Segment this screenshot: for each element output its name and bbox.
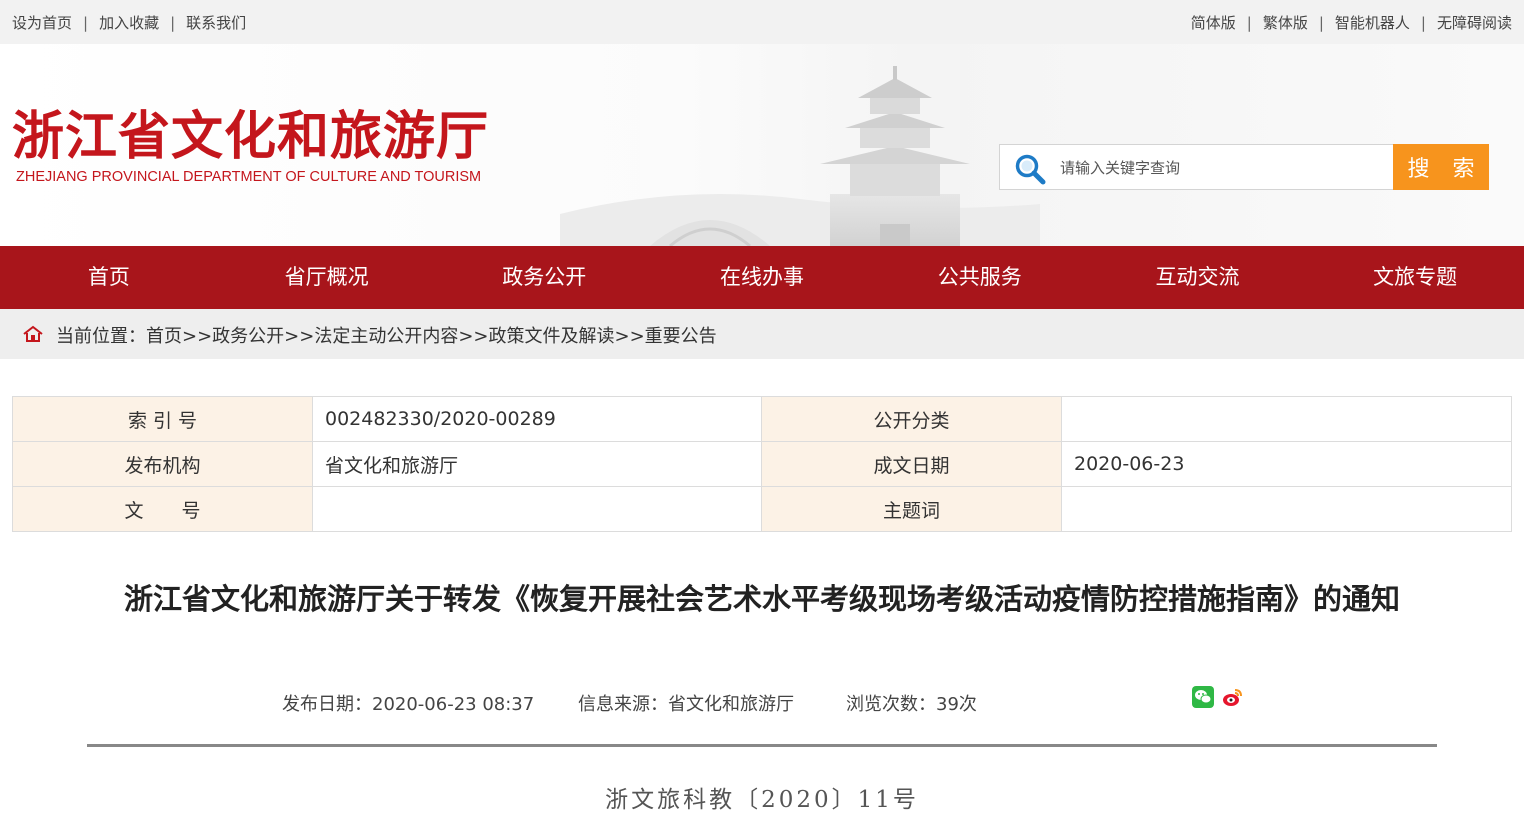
category-label: 公开分类 <box>761 396 1062 442</box>
site-header: 浙江省文化和旅游厅 ZHEJIANG PROVINCIAL DEPARTMENT… <box>0 44 1524 246</box>
add-favorite-link[interactable]: 加入收藏 <box>99 12 159 33</box>
table-row: 发布机构 省文化和旅游厅 成文日期 2020-06-23 <box>12 441 1512 487</box>
nav-item-online-services[interactable]: 在线办事 <box>653 246 871 309</box>
top-bar-right: 简体版 | 繁体版 | 智能机器人 | 无障碍阅读 <box>1191 12 1512 33</box>
title-divider <box>87 744 1437 747</box>
smart-robot-link[interactable]: 智能机器人 <box>1335 12 1410 33</box>
separator: | <box>170 13 176 32</box>
nav-item-culture-tourism-topics[interactable]: 文旅专题 <box>1306 246 1524 309</box>
search-input[interactable] <box>1060 155 1380 181</box>
breadcrumb-text[interactable]: 当前位置：首页>>政务公开>>法定主动公开内容>>政策文件及解读>>重要公告 <box>56 322 717 348</box>
document-number: 浙文旅科教〔2020〕11号 <box>605 787 919 813</box>
pavilion-illustration <box>560 66 1040 246</box>
table-row: 索 引 号 002482330/2020-00289 公开分类 <box>12 396 1512 442</box>
search-button[interactable]: 搜 索 <box>1393 144 1489 190</box>
top-bar: 设为首页 | 加入收藏 | 联系我们 简体版 | 繁体版 | 智能机器人 | 无… <box>0 0 1524 44</box>
nav-item-home[interactable]: 首页 <box>0 246 218 309</box>
index-number-value: 002482330/2020-00289 <box>312 396 762 442</box>
separator: | <box>1318 13 1324 32</box>
keywords-label: 主题词 <box>761 486 1062 532</box>
nav-item-public-services[interactable]: 公共服务 <box>871 246 1089 309</box>
publisher-label: 发布机构 <box>12 441 313 487</box>
view-count: 浏览次数：39次 <box>846 694 977 715</box>
keywords-value <box>1061 486 1512 532</box>
site-logo-english: ZHEJIANG PROVINCIAL DEPARTMENT OF CULTUR… <box>16 169 482 185</box>
document-number-label: 文 号 <box>12 486 313 532</box>
index-number-label: 索 引 号 <box>12 396 313 442</box>
set-homepage-link[interactable]: 设为首页 <box>12 12 72 33</box>
site-logo-chinese[interactable]: 浙江省文化和旅游厅 <box>12 94 489 169</box>
breadcrumb: 当前位置：首页>>政务公开>>法定主动公开内容>>政策文件及解读>>重要公告 <box>0 309 1524 359</box>
article-title: 浙江省文化和旅游厅关于转发《恢复开展社会艺术水平考级现场考级活动疫情防控措施指南… <box>123 582 1400 616</box>
publish-date: 发布日期：2020-06-23 08:37 <box>282 694 535 715</box>
nav-item-government-affairs[interactable]: 政务公开 <box>435 246 653 309</box>
document-metadata-table: 索 引 号 002482330/2020-00289 公开分类 发布机构 省文化… <box>12 396 1512 532</box>
main-nav: 首页 省厅概况 政务公开 在线办事 公共服务 互动交流 文旅专题 <box>0 246 1524 309</box>
document-number-value <box>312 486 762 532</box>
written-date-label: 成文日期 <box>761 441 1062 487</box>
written-date-value: 2020-06-23 <box>1061 441 1512 487</box>
separator: | <box>83 13 89 32</box>
info-source: 信息来源：省文化和旅游厅 <box>578 694 794 715</box>
search-box <box>999 144 1395 190</box>
separator: | <box>1246 13 1252 32</box>
publisher-value: 省文化和旅游厅 <box>312 441 762 487</box>
contact-us-link[interactable]: 联系我们 <box>186 12 246 33</box>
search-icon[interactable] <box>1014 153 1046 185</box>
category-value <box>1061 396 1512 442</box>
table-row: 文 号 主题词 <box>12 486 1512 532</box>
search-area: 搜 索 <box>999 144 1489 190</box>
accessibility-link[interactable]: 无障碍阅读 <box>1437 12 1512 33</box>
top-bar-left: 设为首页 | 加入收藏 | 联系我们 <box>12 12 246 33</box>
weibo-icon[interactable] <box>1221 686 1243 708</box>
wechat-icon[interactable] <box>1192 686 1214 708</box>
simplified-chinese-link[interactable]: 简体版 <box>1191 12 1236 33</box>
nav-item-overview[interactable]: 省厅概况 <box>218 246 436 309</box>
nav-item-interaction[interactable]: 互动交流 <box>1089 246 1307 309</box>
separator: | <box>1420 13 1426 32</box>
home-icon <box>23 325 43 342</box>
traditional-chinese-link[interactable]: 繁体版 <box>1263 12 1308 33</box>
